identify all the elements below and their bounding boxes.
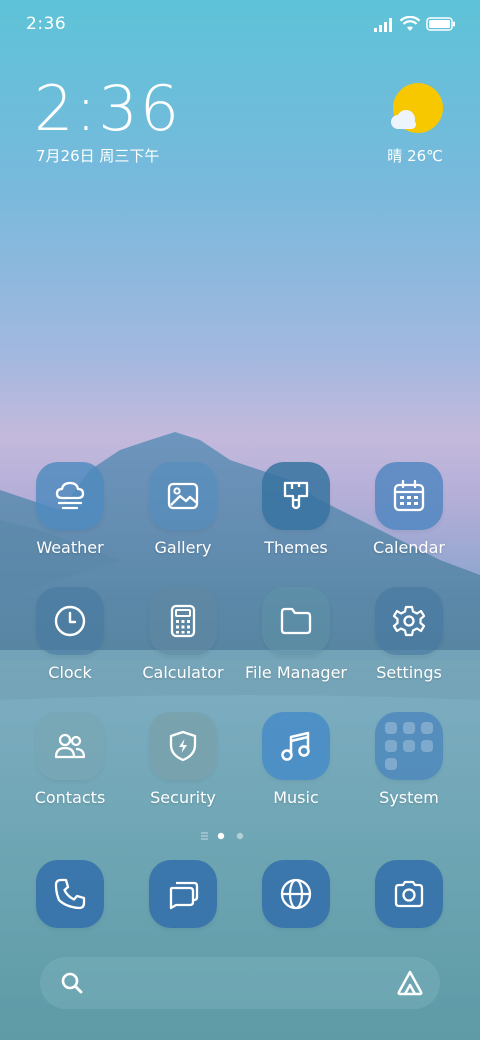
- clock-widget-time[interactable]: 2:36: [34, 72, 181, 146]
- app-folder-icon: [383, 720, 435, 772]
- assistant-icon[interactable]: [396, 969, 424, 997]
- clock-icon: [54, 605, 86, 637]
- phone-icon: [54, 878, 86, 910]
- calculator-icon: [170, 604, 196, 638]
- dock-messages[interactable]: [127, 860, 239, 972]
- app-system-folder[interactable]: System: [353, 712, 465, 824]
- app-gallery[interactable]: Gallery: [127, 462, 239, 574]
- gear-icon: [392, 605, 426, 637]
- calendar-icon: [393, 479, 425, 512]
- wifi-icon: [400, 16, 420, 31]
- weather-widget-temp[interactable]: 晴 26℃: [387, 145, 443, 166]
- dock-camera[interactable]: [353, 860, 465, 972]
- shield-icon: [169, 730, 197, 762]
- status-time: 2:36: [26, 14, 67, 34]
- app-label: Gallery: [154, 538, 212, 557]
- app-label: File Manager: [245, 663, 347, 682]
- status-bar: 2:36: [0, 0, 480, 50]
- themes-brush-icon: [283, 481, 309, 510]
- clock-widget-date: 7月26日 周三下午: [36, 147, 160, 165]
- app-label: Security: [150, 788, 216, 807]
- contacts-icon: [54, 733, 86, 759]
- app-label: Contacts: [34, 788, 106, 807]
- search-bar[interactable]: [40, 957, 440, 1009]
- app-label: Music: [273, 788, 319, 807]
- app-file-manager[interactable]: File Manager: [240, 587, 352, 699]
- app-label: Settings: [376, 663, 442, 682]
- search-icon[interactable]: [60, 971, 84, 995]
- app-calendar[interactable]: Calendar: [353, 462, 465, 574]
- app-label: Themes: [264, 538, 328, 557]
- app-security[interactable]: Security: [127, 712, 239, 824]
- signal-icon: [374, 18, 392, 32]
- home-screen: 2:36 2:36 7月26日 周三下午 晴 26℃ Weather Galle…: [0, 0, 480, 1040]
- folder-icon: [280, 607, 312, 635]
- gallery-icon: [167, 482, 199, 510]
- app-contacts[interactable]: Contacts: [14, 712, 126, 824]
- status-icons: [374, 14, 455, 36]
- app-music[interactable]: Music: [240, 712, 352, 824]
- dock-phone[interactable]: [14, 860, 126, 972]
- dock-browser[interactable]: [240, 860, 352, 972]
- app-label: Weather: [36, 538, 104, 557]
- app-label: System: [379, 788, 439, 807]
- weather-icon: [55, 481, 85, 510]
- messages-icon: [169, 881, 199, 910]
- browser-globe-icon: [280, 878, 312, 910]
- app-clock[interactable]: Clock: [14, 587, 126, 699]
- app-themes[interactable]: Themes: [240, 462, 352, 574]
- app-calculator[interactable]: Calculator: [127, 587, 239, 699]
- camera-icon: [394, 880, 424, 908]
- app-label: Calculator: [142, 663, 224, 682]
- sun-cloud-icon[interactable]: [384, 82, 444, 142]
- battery-icon: [426, 17, 455, 31]
- music-note-icon: [281, 731, 310, 761]
- app-label: Calendar: [373, 538, 445, 557]
- app-weather[interactable]: Weather: [14, 462, 126, 574]
- app-settings[interactable]: Settings: [353, 587, 465, 699]
- page-indicator[interactable]: [0, 831, 480, 841]
- app-label: Clock: [48, 663, 92, 682]
